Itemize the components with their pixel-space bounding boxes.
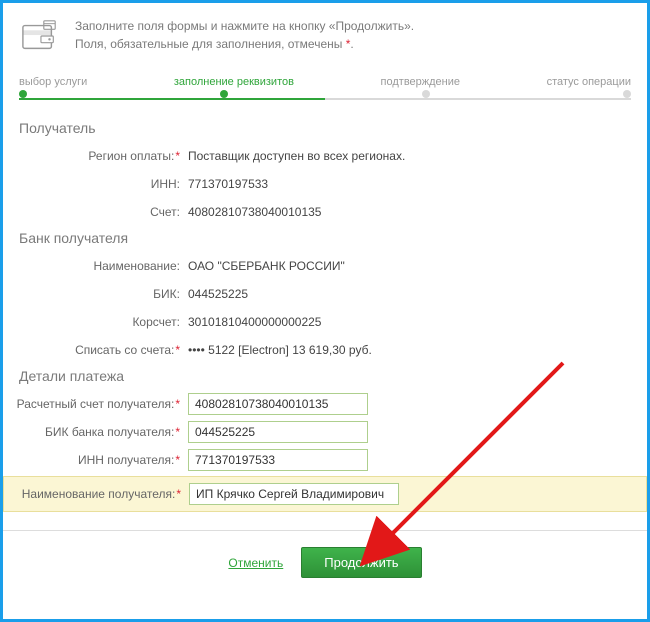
form-instructions: Заполните поля формы и нажмите на кнопку… [75, 17, 414, 53]
recipient-bank-bik-input[interactable] [188, 421, 368, 443]
row-details-bik: БИК банка получателя:* [3, 418, 647, 446]
section-details: Детали платежа [3, 368, 647, 384]
progress-stepper: выбор услуги заполнение реквизитов подтв… [19, 76, 631, 102]
row-details-inn: ИНН получателя:* [3, 446, 647, 474]
step-status: статус операции [547, 76, 631, 88]
step-dot-3 [422, 90, 430, 98]
form-header: Заполните поля формы и нажмите на кнопку… [3, 3, 647, 76]
cancel-link[interactable]: Отменить [228, 556, 283, 570]
recipient-account-value: 40802810738040010135 [188, 205, 321, 219]
row-bank-name: Наименование: ОАО "СБЕРБАНК РОССИИ" [3, 252, 647, 280]
instruction-line2: Поля, обязательные для заполнения, отмеч… [75, 35, 414, 53]
step-confirm: подтверждение [381, 76, 460, 88]
step-dot-1 [19, 90, 27, 98]
source-account-value: •••• 5122 [Electron] 13 619,30 руб. [188, 343, 372, 357]
row-bank-corraccount: Корсчет: 30101810400000000225 [3, 308, 647, 336]
instruction-line1: Заполните поля формы и нажмите на кнопку… [75, 17, 414, 35]
bank-name-value: ОАО "СБЕРБАНК РОССИИ" [188, 259, 345, 273]
step-dot-2 [220, 90, 228, 98]
continue-button[interactable]: Продолжить [301, 547, 421, 578]
divider [3, 530, 647, 531]
wallet-icon [19, 17, 61, 58]
section-recipient: Получатель [3, 120, 647, 136]
form-actions: Отменить Продолжить [3, 541, 647, 596]
row-details-recipient-name: Наименование получателя:* [3, 476, 647, 512]
payment-region-value: Поставщик доступен во всех регионах. [188, 149, 405, 163]
recipient-name-input[interactable] [189, 483, 399, 505]
recipient-account-input[interactable] [188, 393, 368, 415]
payment-form-window: Заполните поля формы и нажмите на кнопку… [0, 0, 650, 622]
row-details-account: Расчетный счет получателя:* [3, 390, 647, 418]
row-bank-bik: БИК: 044525225 [3, 280, 647, 308]
bank-corraccount-value: 30101810400000000225 [188, 315, 321, 329]
recipient-inn-input[interactable] [188, 449, 368, 471]
step-select-service: выбор услуги [19, 76, 87, 88]
step-fill-details: заполнение реквизитов [174, 76, 294, 88]
step-dot-4 [623, 90, 631, 98]
row-recipient-account: Счет: 40802810738040010135 [3, 198, 647, 226]
recipient-inn-value: 771370197533 [188, 177, 268, 191]
section-bank: Банк получателя [3, 230, 647, 246]
row-source-account: Списать со счета:* •••• 5122 [Electron] … [3, 336, 647, 364]
bank-bik-value: 044525225 [188, 287, 248, 301]
row-payment-region: Регион оплаты:* Поставщик доступен во вс… [3, 142, 647, 170]
row-recipient-inn: ИНН: 771370197533 [3, 170, 647, 198]
